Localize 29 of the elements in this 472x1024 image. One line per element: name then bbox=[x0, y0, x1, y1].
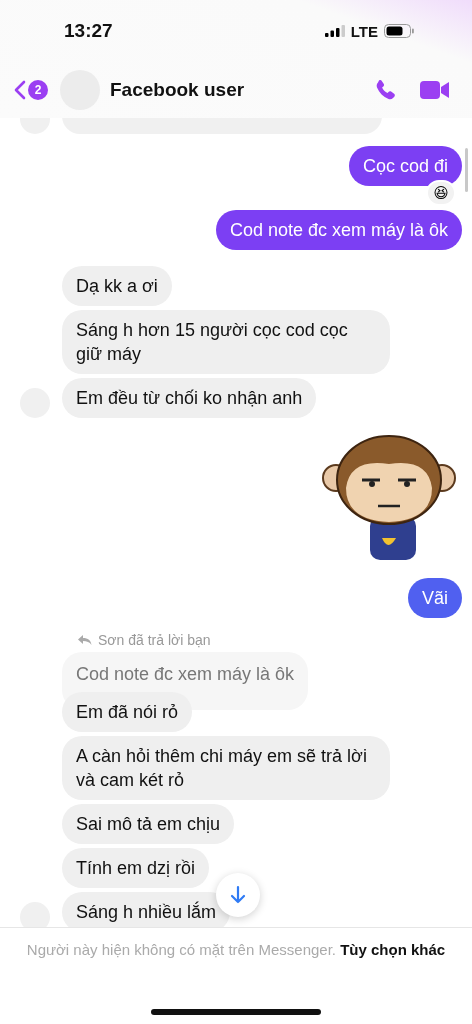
more-options-link[interactable]: Tùy chọn khác bbox=[340, 941, 446, 958]
scrollbar bbox=[465, 148, 468, 192]
battery-icon bbox=[384, 24, 414, 38]
message-bubble: Sáng h hơn 15 người cọc cod cọc giữ máy bbox=[62, 310, 390, 374]
message-bubble: A càn hỏi thêm chi máy em sẽ trả lời và cam két rỏ bbox=[62, 736, 390, 800]
message-bubble: Sai mô tả em chịu bbox=[62, 804, 235, 844]
down-arrow-icon bbox=[230, 885, 246, 905]
network-label: LTE bbox=[350, 22, 378, 40]
reply-label: Sơn đã trả lời bạn bbox=[78, 632, 462, 648]
availability-notice: Người này hiện không có mặt trên Messenger. Tùy chọn khác bbox=[26, 940, 446, 959]
back-icon bbox=[14, 80, 26, 100]
status-time: 13:27 bbox=[64, 20, 113, 42]
message-bubble: Vãi bbox=[408, 578, 462, 618]
reply-icon bbox=[78, 635, 92, 645]
contact-name[interactable]: Facebook user bbox=[110, 79, 352, 101]
signal-icon bbox=[324, 25, 345, 37]
phone-icon[interactable] bbox=[374, 78, 398, 102]
video-camera-icon[interactable] bbox=[420, 79, 450, 101]
back-button[interactable]: 2 bbox=[14, 80, 48, 100]
message-bubble: Cod note đc xem máy là ôk bbox=[215, 210, 462, 250]
message-bubble: Dạ kk a ơi bbox=[62, 266, 172, 306]
message-bubble: Em đã nói rỏ bbox=[62, 692, 193, 732]
unread-badge: 2 bbox=[28, 80, 48, 100]
message-bubble: Cọc cod đi bbox=[348, 146, 462, 186]
scroll-down-button[interactable] bbox=[216, 873, 260, 917]
message-bubble: Sáng h nhiều lắm bbox=[62, 892, 231, 927]
reaction-emoji: 😆 bbox=[426, 180, 456, 206]
message-bubble: Em đều từ chối ko nhận anh bbox=[62, 378, 317, 418]
message-bubble: Tính em dzị rồi bbox=[62, 848, 210, 888]
